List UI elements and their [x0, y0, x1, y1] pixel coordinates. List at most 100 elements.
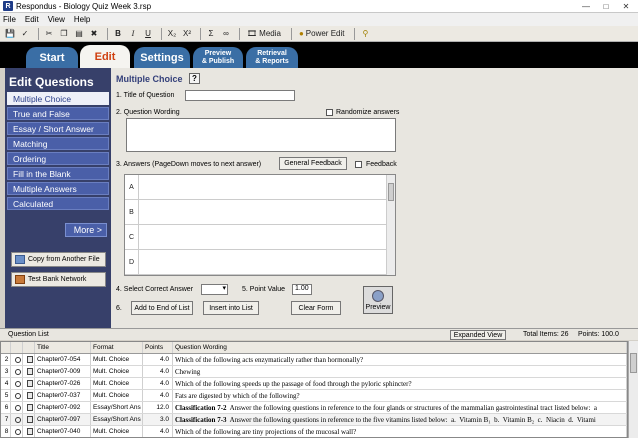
document-icon[interactable] [23, 378, 35, 389]
answer-row-a[interactable]: A [125, 175, 395, 200]
tab-retrieval-reports[interactable]: Retrieval & Reports [246, 47, 298, 68]
correct-answer-select[interactable]: ▾ [201, 284, 228, 295]
magnifier-icon[interactable] [11, 414, 23, 425]
insert-into-list-button[interactable]: Insert into List [203, 301, 259, 315]
answer-row-c[interactable]: C [125, 225, 395, 250]
minimize-icon[interactable]: — [578, 1, 594, 12]
tab-start[interactable]: Start [26, 47, 78, 68]
tab-edit[interactable]: Edit [80, 45, 130, 68]
row-title: Chapter07-054 [35, 354, 91, 365]
answer-letter: D [125, 250, 139, 274]
magnifier-icon[interactable] [11, 378, 23, 389]
document-icon[interactable] [23, 426, 35, 437]
table-row[interactable]: 5 Chapter07-037 Mult. Choice 4.0 Fats ar… [1, 390, 627, 402]
answers-area[interactable]: A B C D [124, 174, 396, 276]
power-edit-label: Power Edit [305, 29, 345, 38]
menu-view[interactable]: View [48, 15, 65, 24]
row-points: 4.0 [143, 366, 173, 377]
equation-icon[interactable]: Σ [205, 28, 217, 40]
column-header-points[interactable]: Points [143, 342, 173, 353]
copy-icon[interactable]: ❐ [58, 28, 70, 40]
toolbar-divider [161, 27, 162, 40]
point-value-label: 5. Point Value [242, 286, 286, 293]
sidebar-item-fill-blank[interactable]: Fill in the Blank [7, 167, 109, 180]
question-list-scrollbar[interactable] [628, 341, 638, 438]
italic-icon[interactable]: I [127, 28, 139, 40]
superscript-icon[interactable]: X² [181, 28, 193, 40]
help-icon[interactable]: ⚲ [359, 28, 371, 40]
general-feedback-button[interactable]: General Feedback [279, 157, 347, 170]
paste-icon[interactable]: ▤ [73, 28, 85, 40]
title-input[interactable] [185, 90, 295, 101]
table-row[interactable]: 3 Chapter07-009 Mult. Choice 4.0 Chewing [1, 366, 627, 378]
question-wording-input[interactable] [126, 118, 396, 152]
sidebar-item-ordering[interactable]: Ordering [7, 152, 109, 165]
tab-preview-publish[interactable]: Preview & Publish [193, 47, 243, 68]
answer-row-b[interactable]: B [125, 200, 395, 225]
spellcheck-icon[interactable]: ✓ [19, 28, 31, 40]
feedback-checkbox[interactable] [355, 161, 362, 168]
form-heading: Multiple Choice [116, 74, 183, 84]
row-format: Essay/Short Ans [91, 414, 143, 425]
sidebar-item-matching[interactable]: Matching [7, 137, 109, 150]
more-button[interactable]: More > [65, 223, 107, 237]
column-header-wording[interactable]: Question Wording [173, 342, 627, 353]
answers-scrollbar[interactable] [386, 175, 395, 275]
scrollbar-thumb[interactable] [388, 183, 394, 201]
clear-form-button[interactable]: Clear Form [291, 301, 341, 315]
maximize-icon[interactable]: □ [598, 1, 614, 12]
save-icon[interactable]: 💾 [4, 28, 16, 40]
menu-help[interactable]: Help [74, 15, 90, 24]
sidebar-item-multiple-answers[interactable]: Multiple Answers [7, 182, 109, 195]
answer-row-d[interactable]: D [125, 250, 395, 275]
underline-icon[interactable]: U [142, 28, 154, 40]
sidebar-item-calculated[interactable]: Calculated [7, 197, 109, 210]
menu-edit[interactable]: Edit [25, 15, 39, 24]
add-to-end-button[interactable]: Add to End of List [131, 301, 193, 315]
magnifier-icon[interactable] [11, 426, 23, 437]
main-tab-bar: Start Edit Settings Preview & Publish Re… [0, 42, 638, 68]
randomize-checkbox[interactable] [326, 109, 333, 116]
toolbar-divider [200, 27, 201, 40]
scrollbar-thumb[interactable] [630, 353, 637, 373]
table-row[interactable]: 4 Chapter07-026 Mult. Choice 4.0 Which o… [1, 378, 627, 390]
menu-file[interactable]: File [3, 15, 16, 24]
bold-icon[interactable]: B [112, 28, 124, 40]
link-icon[interactable]: ∞ [220, 28, 232, 40]
sidebar-item-essay[interactable]: Essay / Short Answer [7, 122, 109, 135]
copy-from-file-button[interactable]: Copy from Another File [11, 252, 106, 267]
table-row[interactable]: 8 Chapter07-040 Mult. Choice 4.0 Which o… [1, 426, 627, 437]
help-button[interactable]: ? [189, 73, 200, 84]
subscript-icon[interactable]: X₂ [166, 28, 178, 40]
table-row[interactable]: 7 Chapter07-097 Essay/Short Ans 3.0 Clas… [1, 414, 627, 426]
expanded-view-button[interactable]: Expanded View [450, 330, 506, 340]
sidebar-item-multiple-choice[interactable]: Multiple Choice [7, 92, 109, 105]
magnifier-icon[interactable] [11, 354, 23, 365]
media-icon: 🎞 [247, 29, 258, 38]
document-icon[interactable] [23, 354, 35, 365]
column-header-format[interactable]: Format [91, 342, 143, 353]
document-icon[interactable] [23, 366, 35, 377]
table-row[interactable]: 2 Chapter07-054 Mult. Choice 4.0 Which o… [1, 354, 627, 366]
point-value-input[interactable]: 1.00 [292, 284, 312, 295]
document-icon[interactable] [23, 390, 35, 401]
answer-letter: B [125, 200, 139, 224]
power-edit-button[interactable]: ● Power Edit [296, 28, 348, 40]
preview-button[interactable]: Preview [363, 286, 393, 314]
magnifier-icon[interactable] [11, 366, 23, 377]
magnifier-icon[interactable] [11, 390, 23, 401]
document-icon[interactable] [23, 402, 35, 413]
sidebar-item-true-false[interactable]: True and False [7, 107, 109, 120]
test-bank-network-button[interactable]: Test Bank Network [11, 272, 106, 287]
column-header-title[interactable]: Title [35, 342, 91, 353]
magnifier-icon[interactable] [11, 402, 23, 413]
document-icon[interactable] [23, 414, 35, 425]
media-button[interactable]: 🎞 Media [244, 28, 284, 40]
close-icon[interactable]: ✕ [618, 1, 634, 12]
tab-settings[interactable]: Settings [134, 47, 190, 68]
delete-icon[interactable]: ✖ [88, 28, 100, 40]
question-list-table[interactable]: Title Format Points Question Wording 2 C… [0, 341, 628, 438]
row-format: Mult. Choice [91, 378, 143, 389]
cut-icon[interactable]: ✂ [43, 28, 55, 40]
table-row[interactable]: 6 Chapter07-092 Essay/Short Ans 12.0 Cla… [1, 402, 627, 414]
